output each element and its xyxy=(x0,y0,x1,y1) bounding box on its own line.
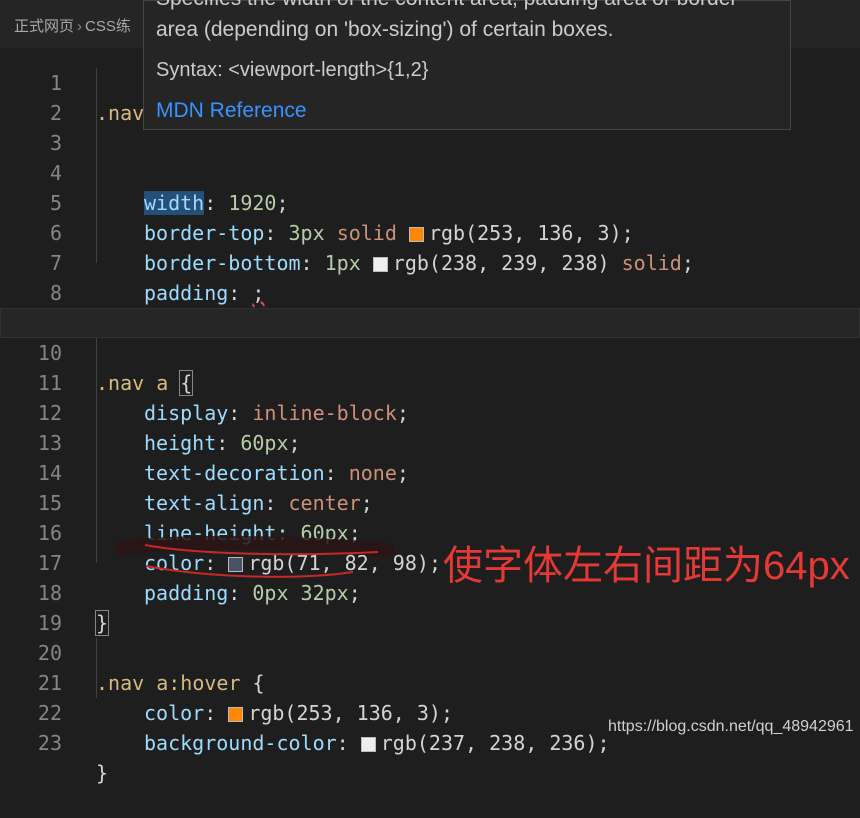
code-line-current[interactable]: 10 .nav a { xyxy=(0,308,860,396)
breadcrumb-item-file[interactable]: CSS练 xyxy=(85,18,131,35)
code-line[interactable]: 11 display: inline-block; xyxy=(0,338,860,425)
code-line[interactable]: 7 padding: ; xyxy=(0,218,860,305)
code-line[interactable]: 4 width: 1920; xyxy=(0,128,860,215)
breadcrumb-item-folder[interactable]: 正式网页 xyxy=(14,18,74,35)
code-line[interactable]: 14 text-align: center; xyxy=(0,428,860,515)
tooltip-description-line2: area (depending on 'box-sizing') of cert… xyxy=(156,18,614,41)
code-line[interactable]: 5 border-top: 3px solid rgb(253, 136, 3)… xyxy=(0,158,860,245)
code-line[interactable]: 13 text-decoration: none; xyxy=(0,398,860,485)
close-brace: } xyxy=(96,761,109,785)
code-editor[interactable]: 1 .nav { 2 3 4 width: 1920; 5 border-top… xyxy=(0,38,860,785)
code-line[interactable]: 8 } xyxy=(0,248,860,335)
code-line[interactable]: 6 border-bottom: 1px rgb(238, 239, 238) … xyxy=(0,188,860,275)
mdn-reference-link[interactable]: MDN Reference xyxy=(156,99,307,123)
css-property: background-color xyxy=(144,731,337,755)
tooltip-syntax: Syntax: <viewport-length>{1,2} xyxy=(156,59,429,81)
chevron-right-icon: › xyxy=(77,18,83,35)
code-line[interactable]: 21 color: rgb(253, 136, 3); xyxy=(0,638,860,725)
code-line[interactable]: 20 .nav a:hover { xyxy=(0,608,860,695)
watermark: https://blog.csdn.net/qq_48942961 xyxy=(608,718,854,735)
code-line[interactable]: 12 height: 60px; xyxy=(0,368,860,455)
annotation-text: 使字体左右间距为64px xyxy=(443,544,850,588)
code-line[interactable]: 22 background-color: rgb(237, 238, 236); xyxy=(0,668,860,755)
line-number: 23 xyxy=(37,731,62,755)
code-line[interactable]: 16 color: rgb(71, 82, 98); xyxy=(0,488,860,575)
hover-tooltip: Specifies the width of the content area,… xyxy=(143,0,791,130)
css-color-value: rgb(237, 238, 236) xyxy=(380,731,598,755)
breadcrumb-trail: 正式网页 › CSS练 xyxy=(14,15,131,36)
code-line[interactable]: 15 line-height: 60px; xyxy=(0,458,860,545)
code-line[interactable]: 9 xyxy=(0,278,860,335)
tooltip-description-line1: Specifies the width of the content area,… xyxy=(156,0,737,11)
color-swatch[interactable] xyxy=(360,737,376,752)
